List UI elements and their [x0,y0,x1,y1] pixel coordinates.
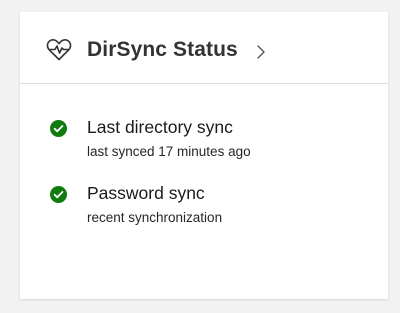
chevron-right-icon[interactable] [256,44,266,60]
status-item-title: Password sync [87,183,205,203]
status-item-subtitle: recent synchronization [87,210,223,225]
heart-pulse-icon [46,39,72,61]
card-title: DirSync Status [87,38,238,61]
status-item-subtitle: last synced 17 minutes ago [87,144,251,159]
check-circle-icon [50,186,67,203]
check-circle-icon [50,120,67,137]
status-item-title: Last directory sync [87,117,233,137]
card-header-link[interactable]: DirSync Status [20,12,388,84]
dirsync-status-card: DirSync Status Last directory sync last … [20,12,388,299]
